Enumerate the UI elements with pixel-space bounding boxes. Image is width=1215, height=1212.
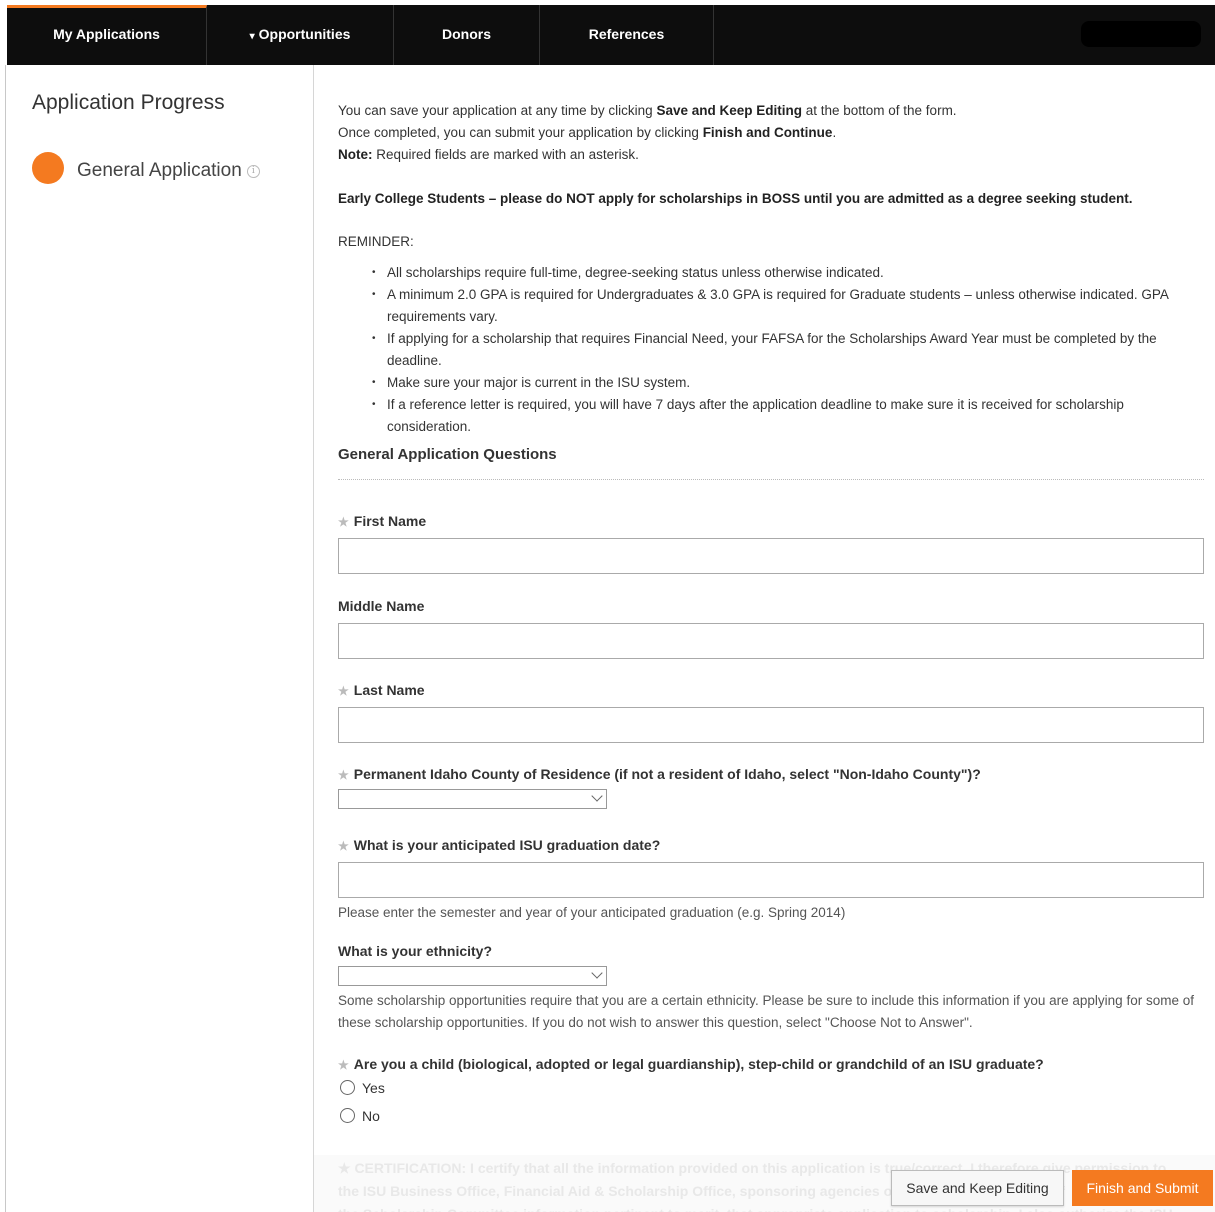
caret-down-icon: ▾ bbox=[249, 31, 255, 42]
ethnicity-select[interactable] bbox=[338, 966, 607, 986]
intro-line-2: Once completed, you can submit your appl… bbox=[338, 125, 837, 140]
intro-note: Note: Required fields are marked with an… bbox=[338, 147, 639, 162]
early-college-notice: Early College Students – please do NOT a… bbox=[338, 191, 1133, 206]
reminder-item: A minimum 2.0 GPA is required for Underg… bbox=[372, 284, 1204, 328]
reminder-item: All scholarships require full-time, degr… bbox=[372, 262, 1204, 284]
nav-references[interactable]: References bbox=[540, 5, 714, 65]
ethnicity-label: What is your ethnicity? bbox=[338, 943, 493, 959]
nav-label: Donors bbox=[442, 26, 491, 42]
reminder-list: All scholarships require full-time, degr… bbox=[338, 262, 1204, 438]
reminder-item: If applying for a scholarship that requi… bbox=[372, 328, 1204, 372]
save-and-keep-editing-button[interactable]: Save and Keep Editing bbox=[891, 1170, 1064, 1206]
ethnicity-field: What is your ethnicity? Some scholarship… bbox=[338, 941, 1204, 1034]
radio-yes[interactable]: Yes bbox=[338, 1074, 1204, 1102]
ethnicity-help: Some scholarship opportunities require t… bbox=[338, 993, 1194, 1030]
graduation-date-label: What is your anticipated ISU graduation … bbox=[353, 837, 661, 853]
intro-line-1: You can save your application at any tim… bbox=[338, 103, 957, 118]
radio-no[interactable]: No bbox=[338, 1102, 1204, 1130]
graduation-date-input[interactable] bbox=[338, 862, 1204, 898]
county-field: ★ Permanent Idaho County of Residence (if… bbox=[338, 764, 1204, 809]
first-name-label: First Name bbox=[353, 513, 427, 529]
last-name-field: ★ Last Name bbox=[338, 680, 1204, 743]
required-star-icon: ★ bbox=[338, 768, 349, 782]
first-name-field: ★ First Name bbox=[338, 511, 1204, 574]
info-icon[interactable]: i bbox=[246, 165, 260, 178]
last-name-label: Last Name bbox=[353, 682, 425, 698]
progress-step-dot bbox=[32, 152, 64, 184]
sidebar-title: Application Progress bbox=[32, 91, 225, 114]
top-nav-bar: My Applications ▾ Opportunities Donors Re… bbox=[7, 5, 1215, 65]
middle-name-field: Middle Name bbox=[338, 596, 1204, 659]
county-select[interactable] bbox=[338, 789, 607, 809]
radio-no-label: No bbox=[362, 1108, 380, 1124]
chevron-down-icon bbox=[591, 967, 603, 979]
reminder-item: Make sure your major is current in the I… bbox=[372, 372, 1204, 394]
required-star-icon: ★ bbox=[338, 1058, 349, 1072]
middle-name-input[interactable] bbox=[338, 623, 1204, 659]
section-title: General Application Questions bbox=[338, 444, 1204, 480]
required-star-icon: ★ bbox=[338, 839, 349, 853]
graduation-date-help: Please enter the semester and year of yo… bbox=[338, 905, 846, 920]
first-name-input[interactable] bbox=[338, 538, 1204, 574]
nav-my-applications[interactable]: My Applications bbox=[7, 5, 207, 65]
isu-child-field: ★ Are you a child (biological, adopted or… bbox=[338, 1054, 1204, 1130]
required-star-icon: ★ bbox=[338, 684, 349, 698]
finish-and-submit-button[interactable]: Finish and Submit bbox=[1072, 1170, 1213, 1206]
county-label: Permanent Idaho County of Residence (if … bbox=[353, 766, 981, 782]
nav-label: Opportunities bbox=[258, 26, 351, 42]
isu-child-label: Are you a child (biological, adopted or … bbox=[353, 1056, 1044, 1072]
radio-circle[interactable] bbox=[340, 1080, 355, 1095]
nav-donors[interactable]: Donors bbox=[394, 5, 540, 65]
step-label: General Application bbox=[77, 160, 242, 181]
reminder-item: If a reference letter is required, you w… bbox=[372, 394, 1204, 438]
nav-label: My Applications bbox=[53, 26, 160, 42]
nav-opportunities[interactable]: ▾ Opportunities bbox=[207, 5, 394, 65]
chevron-down-icon bbox=[591, 790, 603, 802]
radio-yes-label: Yes bbox=[362, 1080, 385, 1096]
required-star-icon: ★ bbox=[338, 515, 349, 529]
graduation-date-field: ★ What is your anticipated ISU graduation… bbox=[338, 835, 1204, 924]
reminder-title: REMINDER: bbox=[338, 234, 414, 249]
nav-label: References bbox=[588, 26, 665, 42]
middle-name-label: Middle Name bbox=[338, 598, 425, 614]
radio-circle[interactable] bbox=[340, 1108, 355, 1123]
last-name-input[interactable] bbox=[338, 707, 1204, 743]
progress-sidebar: Application Progress General Application… bbox=[6, 65, 314, 1212]
user-menu[interactable] bbox=[1081, 21, 1201, 47]
step-general-application[interactable]: General Application i bbox=[77, 160, 260, 182]
application-instructions: You can save your application at any tim… bbox=[338, 100, 1204, 480]
